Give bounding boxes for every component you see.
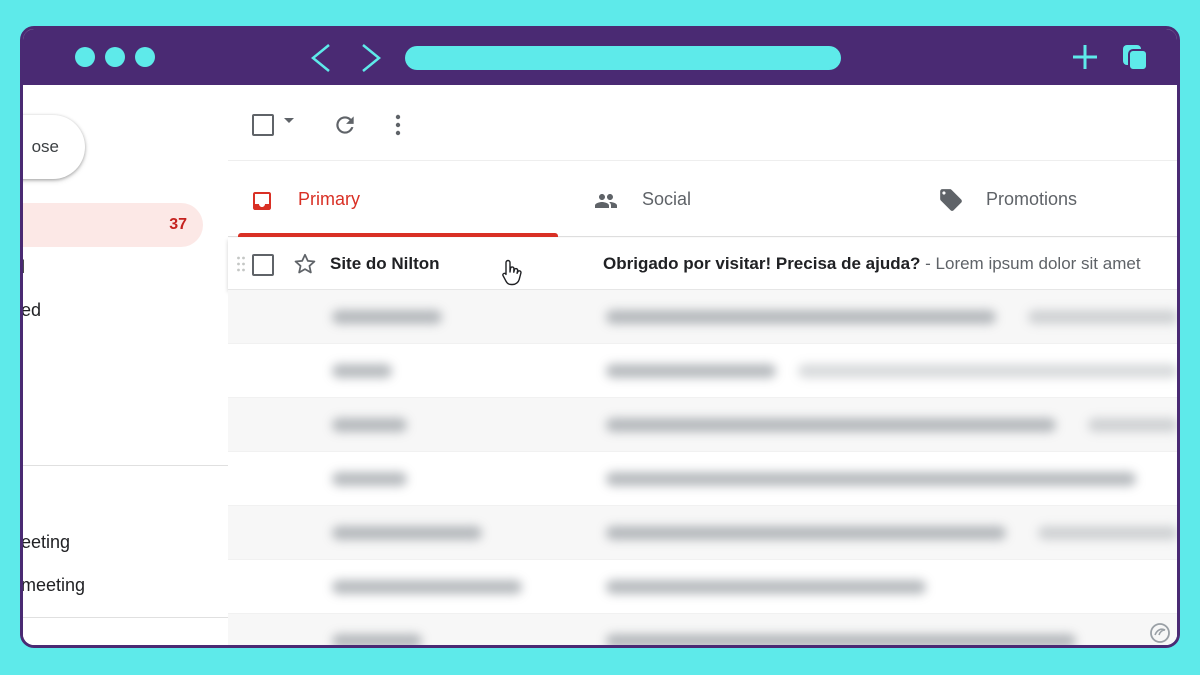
copy-icon[interactable] — [1121, 43, 1149, 71]
address-bar[interactable] — [405, 46, 841, 70]
blurred-row[interactable] — [228, 506, 1177, 560]
mail-toolbar — [228, 85, 1177, 161]
sidebar-item-fragment[interactable]: ed — [23, 300, 41, 321]
blurred-row[interactable] — [228, 290, 1177, 344]
browser-titlebar — [23, 29, 1177, 85]
sidebar-divider — [23, 617, 228, 618]
blurred-email-list — [228, 290, 1177, 645]
compose-label: ose — [31, 137, 59, 156]
blurred-row[interactable] — [228, 452, 1177, 506]
tab-selected-indicator — [238, 233, 558, 237]
caret-down-icon[interactable] — [284, 118, 294, 123]
email-select-checkbox[interactable] — [252, 254, 274, 276]
inbox-icon — [253, 192, 271, 210]
browser-window: ose 37 l ed eeting meeting Primary Socia… — [20, 26, 1180, 648]
tab-social[interactable]: Social — [578, 161, 908, 237]
sidebar-label-meeting[interactable]: eeting — [23, 532, 70, 553]
window-dot-3[interactable] — [135, 47, 155, 67]
email-snippet: - Lorem ipsum dolor sit amet — [920, 254, 1141, 273]
sidebar: ose 37 l ed eeting meeting — [23, 85, 228, 645]
sidebar-divider — [23, 465, 228, 466]
star-icon[interactable] — [292, 251, 318, 277]
window-dot-1[interactable] — [75, 47, 95, 67]
tab-primary[interactable]: Primary — [228, 161, 558, 237]
sidebar-label-meeting[interactable]: meeting — [23, 575, 85, 596]
plus-icon[interactable] — [1071, 43, 1099, 71]
hand-cursor-icon — [502, 259, 522, 286]
tab-label: Primary — [298, 189, 360, 209]
watermark-logo-icon — [1150, 623, 1170, 643]
tab-label: Social — [642, 189, 692, 209]
sidebar-item-inbox[interactable]: 37 — [23, 203, 203, 247]
email-sender: Site do Nilton — [330, 254, 440, 273]
tag-icon — [940, 189, 962, 211]
mail-list-panel: Primary Social Promotions Site do Nilton… — [228, 85, 1177, 645]
blurred-row[interactable] — [228, 398, 1177, 452]
tab-label: Promotions — [986, 189, 1078, 209]
blurred-row[interactable] — [228, 560, 1177, 614]
blurred-row[interactable] — [228, 614, 1177, 645]
inbox-count-badge: 37 — [169, 216, 187, 233]
compose-button[interactable]: ose — [23, 115, 85, 179]
gmail-content: ose 37 l ed eeting meeting Primary Socia… — [23, 85, 1177, 645]
forward-arrow-icon[interactable] — [359, 43, 383, 73]
refresh-icon[interactable] — [332, 112, 358, 138]
email-subject: Obrigado por visitar! Precisa de ajuda? — [603, 254, 921, 273]
email-subject-line: Obrigado por visitar! Precisa de ajuda? … — [603, 254, 1177, 274]
tab-promotions[interactable]: Promotions — [928, 161, 1177, 237]
more-vert-icon[interactable] — [394, 113, 402, 137]
blurred-row[interactable] — [228, 344, 1177, 398]
back-arrow-icon[interactable] — [309, 43, 333, 73]
drag-handle-icon[interactable] — [236, 255, 246, 273]
window-dot-2[interactable] — [105, 47, 125, 67]
email-row[interactable]: Site do Nilton Obrigado por visitar! Pre… — [228, 238, 1177, 290]
select-checkbox[interactable] — [252, 114, 274, 136]
category-tabs: Primary Social Promotions — [228, 161, 1177, 237]
sidebar-item-fragment[interactable]: l — [23, 257, 25, 278]
people-icon — [595, 194, 617, 208]
